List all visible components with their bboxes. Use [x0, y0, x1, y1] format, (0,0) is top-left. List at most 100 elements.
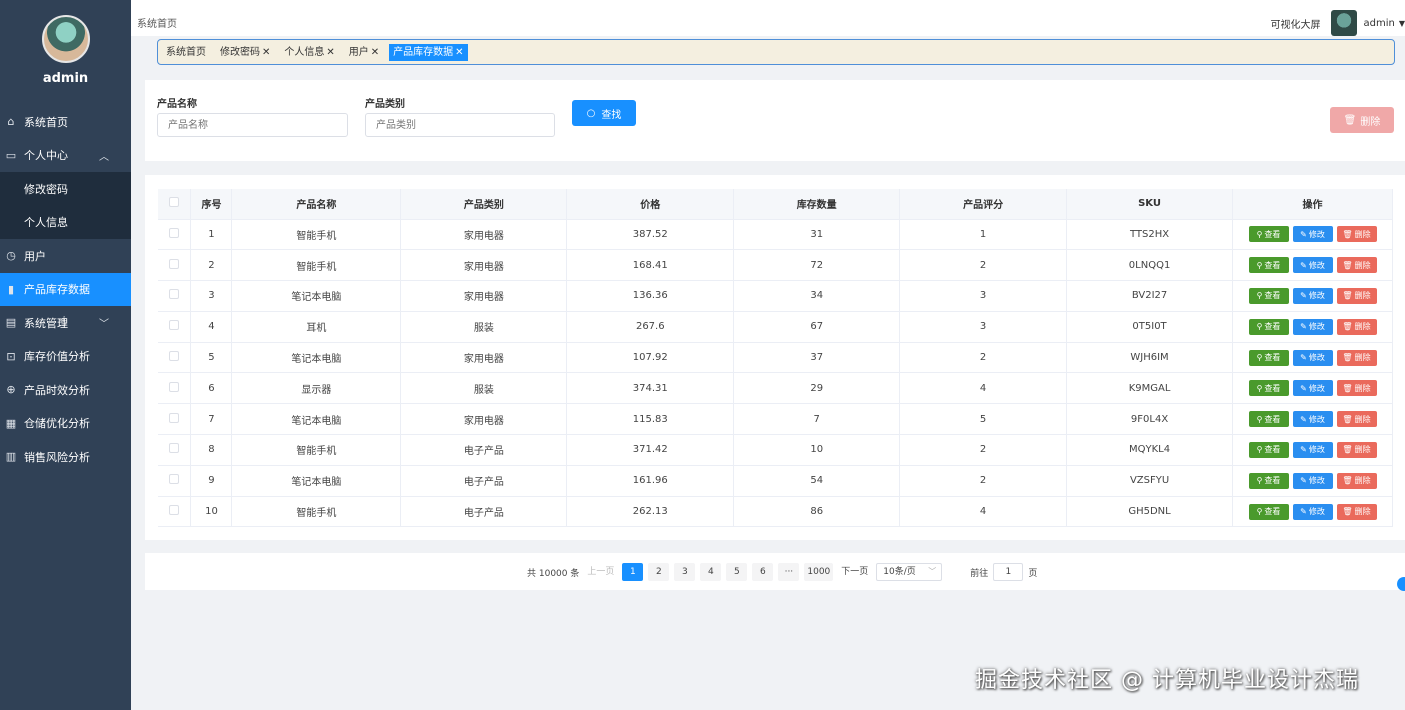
view-button-label: 查看	[1264, 260, 1281, 270]
column-header[interactable]: 产品名称	[231, 189, 402, 220]
bigscreen-link[interactable]: 可视化大屏	[1271, 16, 1321, 31]
view-button[interactable]: ⚲ 查看	[1248, 380, 1289, 397]
column-header[interactable]: 库存数量	[733, 189, 901, 220]
page-number[interactable]: 4	[700, 563, 722, 581]
sidebar-item[interactable]: ⊕ 产品时效分析	[0, 373, 131, 407]
column-header[interactable]: 产品类别	[400, 189, 568, 220]
delete-button[interactable]: 🗑 删除	[1336, 349, 1377, 366]
sidebar-item[interactable]: ◷ 用户	[0, 239, 131, 273]
avatar[interactable]	[41, 15, 90, 63]
delete-button[interactable]: 🗑 删除	[1336, 472, 1377, 489]
column-header[interactable]: SKU	[1066, 189, 1234, 220]
batch-delete-button[interactable]: 🗑 删除	[1330, 107, 1394, 133]
edit-button[interactable]: ✎ 修改	[1292, 287, 1333, 304]
product-category-input[interactable]	[365, 113, 555, 137]
sidebar-item[interactable]: ▮ 产品库存数据	[0, 272, 131, 306]
edit-button[interactable]: ✎ 修改	[1292, 441, 1333, 458]
delete-button[interactable]: 🗑 删除	[1336, 380, 1377, 397]
edit-button[interactable]: ✎ 修改	[1292, 226, 1333, 243]
page-number[interactable]: 1	[622, 563, 644, 581]
column-header[interactable]: 产品评分	[899, 189, 1068, 220]
product-name-input[interactable]	[157, 113, 348, 137]
row-checkbox[interactable]	[169, 381, 180, 392]
close-icon[interactable]: ✕	[262, 47, 270, 58]
table-cell: 服装	[400, 311, 568, 343]
sidebar-item[interactable]: ▭ 个人中心 ︿	[0, 139, 131, 173]
tab-tag[interactable]: 个人信息 ✕	[280, 44, 338, 61]
select-all-checkbox[interactable]	[169, 197, 180, 208]
view-button[interactable]: ⚲ 查看	[1248, 503, 1289, 520]
delete-button[interactable]: 🗑 删除	[1336, 287, 1377, 304]
delete-button[interactable]: 🗑 删除	[1336, 257, 1377, 274]
page-number[interactable]: 3	[674, 563, 696, 581]
edit-button[interactable]: ✎ 修改	[1292, 503, 1333, 520]
close-icon[interactable]: ✕	[326, 47, 334, 58]
action-cell: ⚲ 查看 ✎ 修改 🗑 删除	[1232, 372, 1393, 405]
row-checkbox[interactable]	[169, 505, 180, 516]
sidebar-item[interactable]: ⌂ 系统首页	[0, 105, 131, 139]
sidebar-item[interactable]: 个人信息	[0, 206, 131, 240]
row-checkbox[interactable]	[169, 412, 180, 423]
delete-button[interactable]: 🗑 删除	[1336, 318, 1377, 335]
row-checkbox[interactable]	[169, 443, 180, 454]
view-button[interactable]: ⚲ 查看	[1248, 411, 1289, 428]
view-button[interactable]: ⚲ 查看	[1248, 257, 1289, 274]
column-header[interactable]: 序号	[190, 189, 233, 220]
calendar-icon: ▭	[5, 148, 17, 162]
row-checkbox[interactable]	[169, 320, 180, 331]
edit-button[interactable]: ✎ 修改	[1292, 380, 1333, 397]
view-button[interactable]: ⚲ 查看	[1248, 349, 1289, 366]
row-checkbox[interactable]	[169, 227, 180, 238]
row-checkbox[interactable]	[169, 289, 180, 300]
view-button[interactable]: ⚲ 查看	[1248, 472, 1289, 489]
delete-button[interactable]: 🗑 删除	[1336, 503, 1377, 520]
table-row: 8 智能手机 电子产品 371.42 10 2 MQYKL4 ⚲ 查看 ✎ 修改 🗑 删除	[158, 434, 1393, 466]
row-select-cell	[158, 342, 192, 374]
view-button[interactable]: ⚲ 查看	[1248, 287, 1289, 304]
column-header[interactable]: 价格	[566, 189, 735, 220]
page-number[interactable]: 2	[648, 563, 670, 581]
delete-button[interactable]: 🗑 删除	[1336, 226, 1377, 243]
caret-down-icon[interactable]: ▼	[1399, 19, 1405, 28]
page-number[interactable]: ···	[778, 563, 800, 581]
tab-tag[interactable]: 产品库存数据 ✕	[389, 43, 468, 61]
row-checkbox[interactable]	[169, 351, 180, 362]
edit-button[interactable]: ✎ 修改	[1292, 318, 1333, 335]
sidebar-item[interactable]: ▥ 销售风险分析	[0, 440, 131, 474]
sidebar-item[interactable]: ▦ 仓储优化分析	[0, 407, 131, 441]
sidebar-item[interactable]: 修改密码	[0, 172, 131, 206]
page-size-select[interactable]: 10条/页 ﹀	[876, 563, 943, 581]
edit-button[interactable]: ✎ 修改	[1292, 472, 1333, 489]
edit-button[interactable]: ✎ 修改	[1292, 411, 1333, 428]
tab-tag[interactable]: 系统首页	[162, 44, 210, 61]
search-button[interactable]: ○ 查找	[572, 100, 636, 126]
next-page-button[interactable]: 下一页	[838, 563, 871, 581]
breadcrumb[interactable]: 系统首页	[137, 15, 177, 30]
sidebar-item[interactable]: ⊡ 库存价值分析	[0, 340, 131, 374]
view-button[interactable]: ⚲ 查看	[1248, 441, 1289, 458]
delete-button[interactable]: 🗑 删除	[1336, 441, 1377, 458]
prev-page-button[interactable]: 上一页	[584, 563, 617, 581]
view-button[interactable]: ⚲ 查看	[1248, 318, 1289, 335]
row-checkbox[interactable]	[169, 474, 180, 485]
user-menu[interactable]: admin	[1364, 18, 1395, 29]
table-cell: 168.41	[566, 249, 735, 282]
edit-button[interactable]: ✎ 修改	[1292, 257, 1333, 274]
close-icon[interactable]: ✕	[371, 47, 379, 58]
tab-tag[interactable]: 用户 ✕	[345, 44, 383, 61]
row-checkbox[interactable]	[169, 258, 180, 269]
view-button[interactable]: ⚲ 查看	[1248, 226, 1289, 243]
tab-tag-label: 个人信息	[284, 46, 325, 58]
pagination: 共 10000 条上一页 1 2 3 4 5 6 ··· 1000 下一页 10条/页 ﹀ 前往 1 页	[527, 563, 1037, 581]
page-number[interactable]: 6	[752, 563, 774, 581]
page-number[interactable]: 1000	[804, 563, 834, 581]
page-number[interactable]: 5	[726, 563, 748, 581]
edit-button-label: 修改	[1308, 322, 1325, 332]
goto-page-input[interactable]: 1	[993, 563, 1024, 581]
floating-button[interactable]	[1397, 577, 1405, 591]
edit-button[interactable]: ✎ 修改	[1292, 349, 1333, 366]
delete-button[interactable]: 🗑 删除	[1336, 411, 1377, 428]
tab-tag[interactable]: 修改密码 ✕	[216, 44, 274, 61]
close-icon[interactable]: ✕	[455, 47, 463, 58]
user-avatar[interactable]	[1330, 10, 1357, 36]
